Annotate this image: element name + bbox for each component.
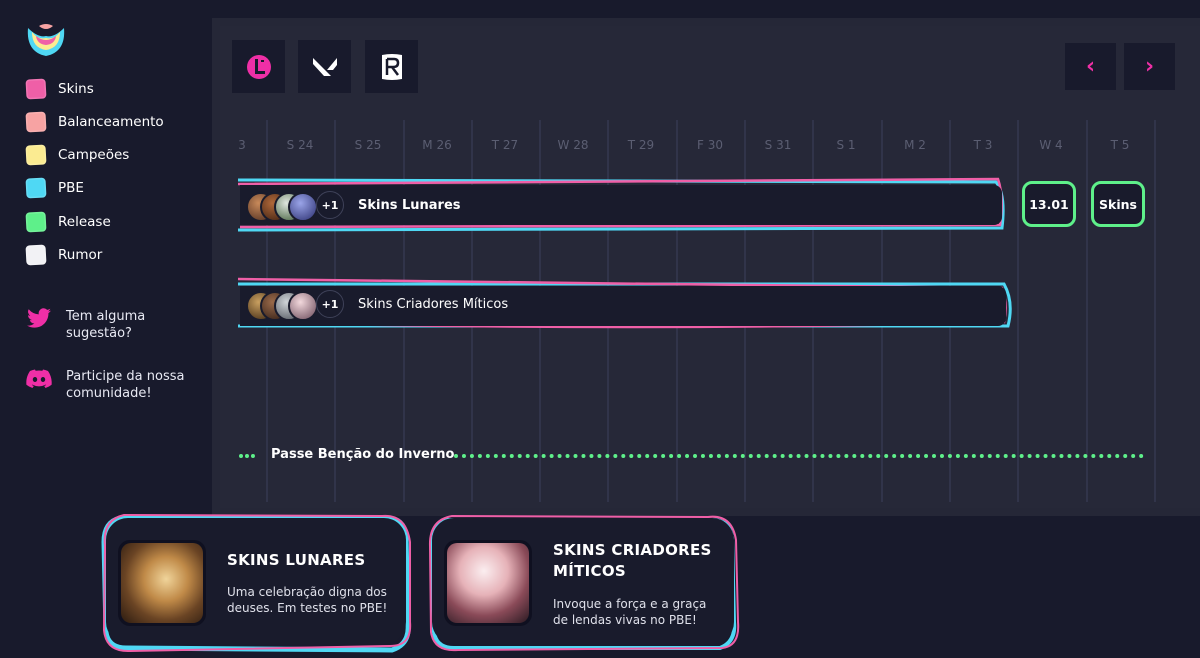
event-label: Skins Lunares xyxy=(358,198,461,213)
chevron-right-icon: › xyxy=(1144,54,1155,79)
day-label: T 5 xyxy=(1110,138,1130,152)
legend-item-campeoes[interactable]: Campeões xyxy=(25,144,130,166)
previous-week-button[interactable]: ‹ xyxy=(1065,43,1116,90)
day-label: S 31 xyxy=(764,138,792,152)
card-description-line: de lendas vivas no PBE! xyxy=(553,613,697,627)
card-description-line: Uma celebração digna dos xyxy=(227,585,387,599)
rumor-color-swatch xyxy=(25,244,47,266)
discord-community-link[interactable]: Participe da nossa comunidade! xyxy=(26,368,184,402)
card-thumbnail xyxy=(118,540,206,626)
pass-line xyxy=(454,454,1144,458)
card-title-line: MÍTICOS xyxy=(553,562,626,580)
card-description-line: deuses. Em testes no PBE! xyxy=(227,601,388,615)
legends-of-runeterra-filter-button[interactable] xyxy=(365,40,418,93)
legend-label: Rumor xyxy=(58,247,103,263)
legend-label: PBE xyxy=(58,180,84,196)
skins-color-swatch xyxy=(25,78,47,100)
card-description: Uma celebração digna dos deuses. Em test… xyxy=(227,584,387,616)
day-label: F 30 xyxy=(697,138,723,152)
pass-label[interactable]: Passe Benção do Inverno xyxy=(271,447,454,462)
legend-label: Release xyxy=(58,214,111,230)
card-thumbnail xyxy=(444,540,532,626)
twitter-suggestion-text: Tem alguma sugestão? xyxy=(66,308,145,342)
card-skins-criadores-miticos[interactable]: SKINS CRIADORES MÍTICOS Invoque a força … xyxy=(432,518,734,644)
day-label: T 29 xyxy=(627,138,655,152)
card-title: SKINS CRIADORES MÍTICOS xyxy=(553,540,712,582)
league-of-legends-filter-button[interactable] xyxy=(232,40,285,93)
card-skins-lunares[interactable]: SKINS LUNARES Uma celebração digna dos d… xyxy=(106,518,406,644)
event-bar-skins-criadores-miticos[interactable]: +1 Skins Criadores Míticos xyxy=(240,286,1006,326)
legend-label: Balanceamento xyxy=(58,114,164,130)
discord-community-text: Participe da nossa comunidade! xyxy=(66,368,184,402)
day-label: S 1 xyxy=(836,138,856,152)
card-description: Invoque a força e a graça de lendas viva… xyxy=(553,596,706,628)
campeoes-color-swatch xyxy=(25,144,47,166)
day-label: M 2 xyxy=(904,138,926,152)
extra-champions-count: +1 xyxy=(316,191,344,219)
release-color-swatch xyxy=(25,211,47,233)
pbe-color-swatch xyxy=(25,177,47,199)
twitter-suggestion-link[interactable]: Tem alguma sugestão? xyxy=(26,308,145,342)
social-text-line: comunidade! xyxy=(66,386,152,401)
legend-item-skins[interactable]: Skins xyxy=(25,78,94,100)
legend-label: Skins xyxy=(58,81,94,97)
day-label: T 27 xyxy=(491,138,519,152)
legends-of-runeterra-icon xyxy=(381,53,402,80)
champion-avatar xyxy=(288,291,318,321)
legend-label: Campeões xyxy=(58,147,130,163)
event-label: Skins Criadores Míticos xyxy=(358,297,509,312)
champion-avatar xyxy=(288,192,318,222)
skins-lunares-image xyxy=(121,543,203,623)
balanceamento-color-swatch xyxy=(25,111,47,133)
card-title-line: SKINS CRIADORES xyxy=(553,541,712,559)
extra-champions-count: +1 xyxy=(316,290,344,318)
twitter-icon xyxy=(27,308,51,328)
chevron-left-icon: ‹ xyxy=(1085,54,1096,79)
day-label: M 26 xyxy=(422,138,452,152)
day-label: W 4 xyxy=(1039,138,1063,152)
grid-line xyxy=(1154,120,1156,502)
valorant-icon xyxy=(312,57,337,76)
event-bar-skins-lunares[interactable]: +1 Skins Lunares xyxy=(240,185,1002,225)
social-text-line: sugestão? xyxy=(66,326,132,341)
timeline-panel xyxy=(220,26,1200,508)
day-label: W 28 xyxy=(557,138,589,152)
skins-criadores-miticos-image xyxy=(447,543,529,623)
next-week-button[interactable]: › xyxy=(1124,43,1175,90)
logo-icon[interactable] xyxy=(24,22,68,60)
discord-icon xyxy=(26,369,52,388)
social-text-line: Tem alguma xyxy=(66,309,146,324)
legend-item-balanceamento[interactable]: Balanceamento xyxy=(25,111,164,133)
day-label: T 3 xyxy=(973,138,993,152)
grid-line xyxy=(1086,120,1088,502)
legend-item-pbe[interactable]: PBE xyxy=(25,177,84,199)
skins-release-chip[interactable]: Skins xyxy=(1091,181,1145,227)
league-of-legends-icon xyxy=(246,54,271,79)
card-title: SKINS LUNARES xyxy=(227,551,366,569)
day-label: S 24 xyxy=(286,138,314,152)
card-description-line: Invoque a força e a graça xyxy=(553,597,707,611)
legend-item-release[interactable]: Release xyxy=(25,211,111,233)
patch-chip[interactable]: 13.01 xyxy=(1022,181,1076,227)
legend-item-rumor[interactable]: Rumor xyxy=(25,244,103,266)
pass-line-start xyxy=(239,454,255,458)
social-text-line: Participe da nossa xyxy=(66,369,185,384)
valorant-filter-button[interactable] xyxy=(298,40,351,93)
day-label: S 25 xyxy=(354,138,382,152)
